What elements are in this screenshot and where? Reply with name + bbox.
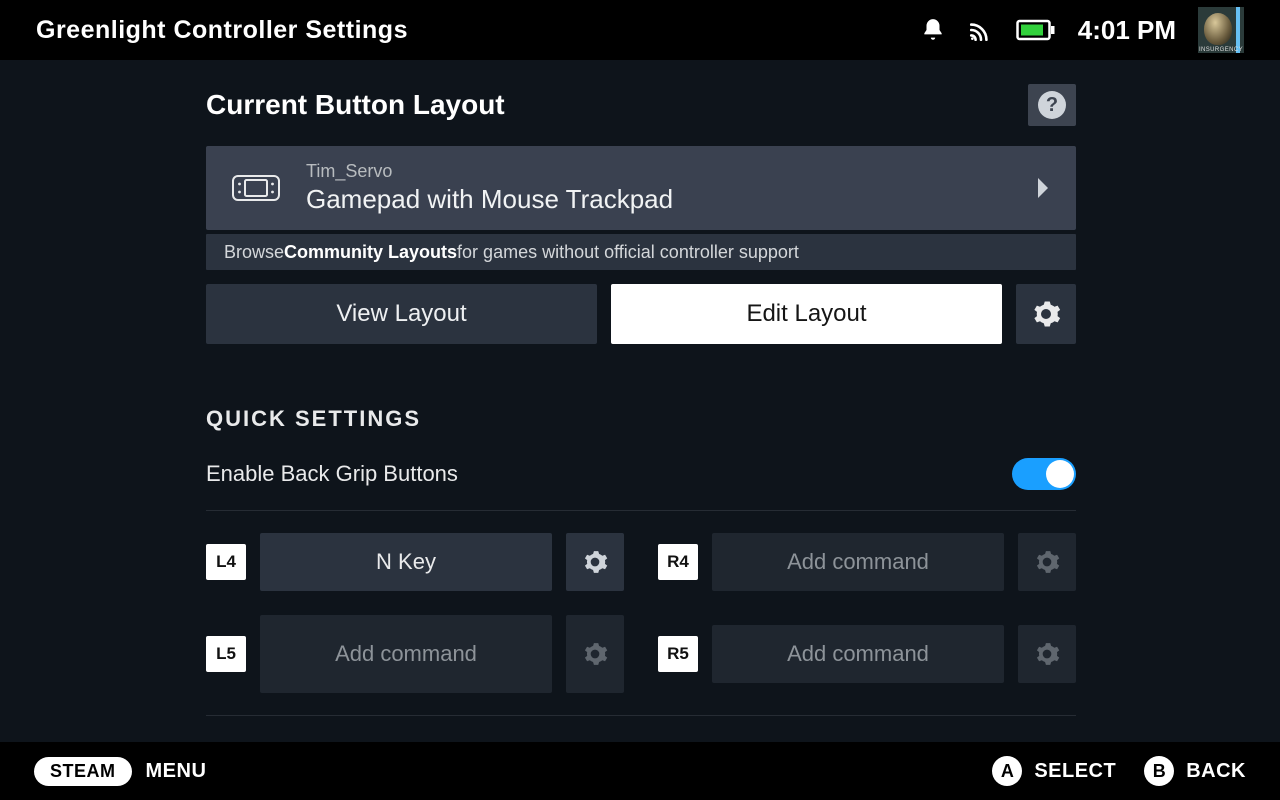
grip-l4-tag: L4 (206, 544, 246, 580)
grip-l4-row: L4 N Key (206, 533, 624, 591)
help-button[interactable]: ? (1028, 84, 1076, 126)
layout-name: Gamepad with Mouse Trackpad (306, 184, 673, 215)
hint-back: B BACK (1144, 756, 1246, 786)
grip-l4-gear[interactable] (566, 533, 624, 591)
grip-r4-row: R4 Add command (658, 533, 1076, 591)
view-layout-button[interactable]: View Layout (206, 284, 597, 344)
current-layout-card[interactable]: Tim_Servo Gamepad with Mouse Trackpad (206, 146, 1076, 230)
community-layouts-link[interactable]: Browse Community Layouts for games witho… (206, 234, 1076, 270)
grip-r5-gear[interactable] (1018, 625, 1076, 683)
grip-r4-tag: R4 (658, 544, 698, 580)
grip-l4-command[interactable]: N Key (260, 533, 552, 591)
cast-icon[interactable] (968, 17, 994, 43)
grip-r5-command[interactable]: Add command (712, 625, 1004, 683)
help-icon: ? (1038, 91, 1066, 119)
quick-settings-title: QUICK SETTINGS (206, 406, 1076, 432)
section-title: Current Button Layout (206, 89, 505, 121)
grip-r4-command[interactable]: Add command (712, 533, 1004, 591)
avatar[interactable]: INSURGENCY (1198, 7, 1244, 53)
notifications-icon[interactable] (920, 17, 946, 43)
steamdeck-icon (232, 175, 280, 201)
chevron-right-icon (1036, 178, 1050, 198)
clock: 4:01 PM (1078, 15, 1176, 46)
b-button-icon: B (1144, 756, 1174, 786)
menu-label: MENU (146, 760, 207, 783)
back-grip-toggle-label: Enable Back Grip Buttons (206, 461, 458, 487)
page-title: Greenlight Controller Settings (36, 16, 408, 45)
grip-l5-command[interactable]: Add command (260, 615, 552, 693)
grip-r5-row: R5 Add command (658, 615, 1076, 693)
grip-l5-gear[interactable] (566, 615, 624, 693)
layout-author: Tim_Servo (306, 161, 673, 182)
footer-bar: STEAM MENU A SELECT B BACK (0, 742, 1280, 800)
edit-layout-button[interactable]: Edit Layout (611, 284, 1002, 344)
grip-r5-tag: R5 (658, 636, 698, 672)
a-button-icon: A (992, 756, 1022, 786)
grip-r4-gear[interactable] (1018, 533, 1076, 591)
grip-l5-tag: L5 (206, 636, 246, 672)
hint-select: A SELECT (992, 756, 1116, 786)
grip-l5-row: L5 Add command (206, 615, 624, 693)
top-bar: Greenlight Controller Settings 4:01 PM I… (0, 0, 1280, 60)
steam-button[interactable]: STEAM (34, 757, 132, 786)
layout-settings-button[interactable] (1016, 284, 1076, 344)
battery-icon[interactable] (1016, 18, 1056, 42)
back-grip-toggle[interactable] (1012, 458, 1076, 490)
